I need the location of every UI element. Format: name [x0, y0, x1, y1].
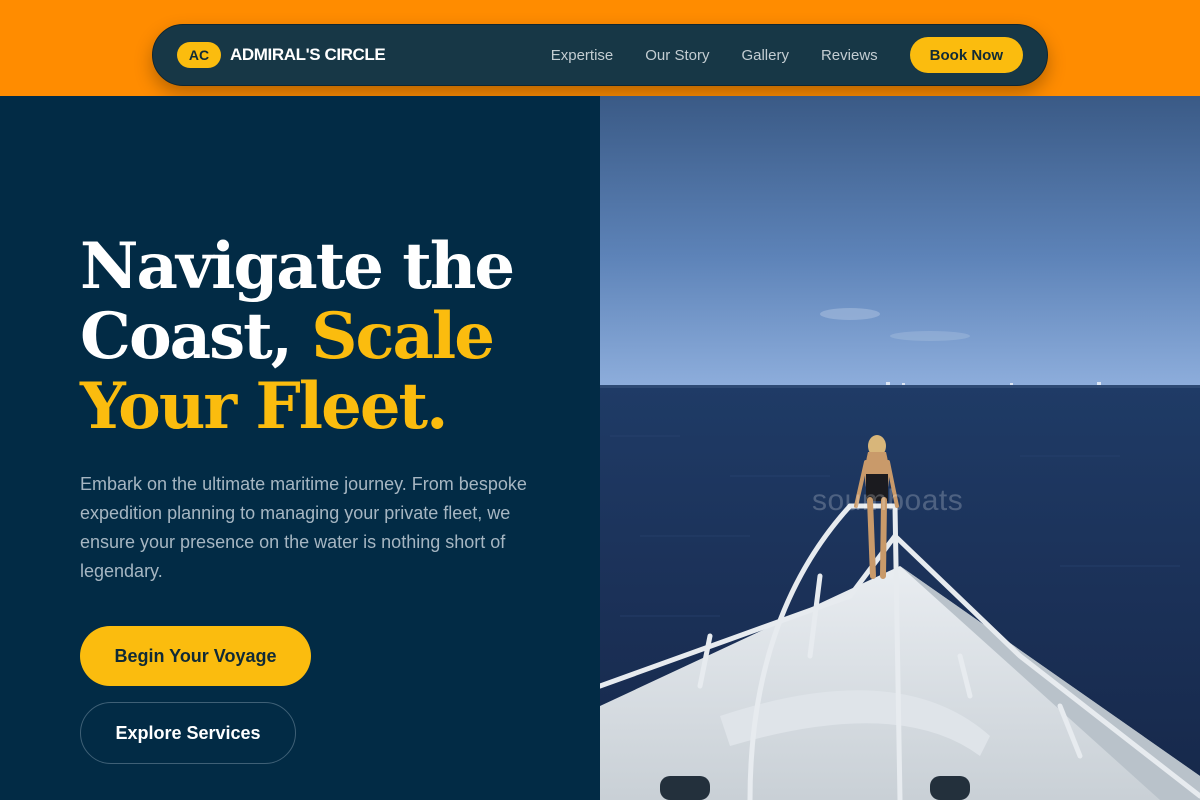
headline-line-2-white: Coast,	[80, 299, 293, 374]
nav-links: Expertise Our Story Gallery Reviews Book…	[551, 37, 1023, 73]
logo-badge: AC	[177, 42, 221, 68]
nav-link-gallery[interactable]: Gallery	[741, 47, 789, 64]
hero-photo	[600, 96, 1200, 800]
explore-services-button[interactable]: Explore Services	[80, 702, 296, 764]
hero-left-panel	[0, 96, 600, 800]
hero-description: Embark on the ultimate maritime journey.…	[80, 474, 527, 581]
hero-headline: Navigate the Coast, Scale Your Fleet.	[80, 232, 560, 442]
brand-name: ADMIRAL'S CIRCLE	[230, 45, 386, 64]
book-now-button[interactable]: Book Now	[909, 37, 1023, 73]
navbar: AC ADMIRAL'S CIRCLE Expertise Our Story …	[152, 24, 1048, 86]
logo[interactable]: AC ADMIRAL'S CIRCLE	[177, 42, 386, 68]
begin-voyage-button[interactable]: Begin Your Voyage	[80, 626, 311, 686]
headline-line-2-gold: Scale	[311, 299, 495, 374]
photo-watermark: soumboats	[812, 484, 964, 517]
yacht-bow-image	[600, 96, 1200, 800]
nav-link-reviews[interactable]: Reviews	[821, 47, 878, 64]
nav-link-expertise[interactable]: Expertise	[551, 47, 614, 64]
nav-link-our-story[interactable]: Our Story	[645, 47, 709, 64]
headline-line-1: Navigate the	[80, 229, 515, 304]
headline-line-3: Your Fleet.	[80, 369, 448, 444]
